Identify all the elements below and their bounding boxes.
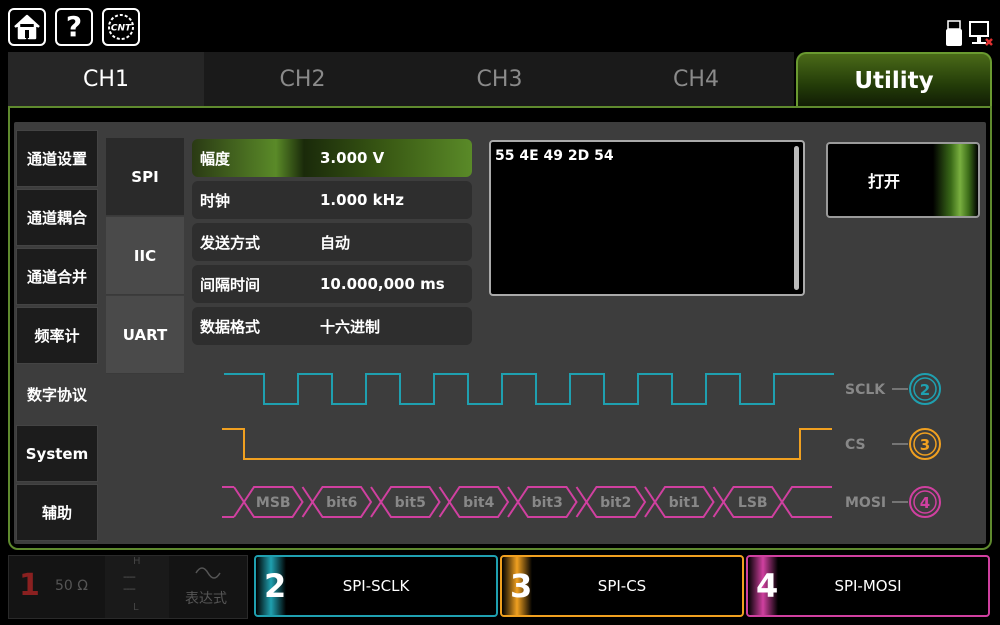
channel-3-status[interactable]: 3 SPI-CS — [500, 555, 744, 617]
ch1-dash-2: ---- — [123, 582, 136, 595]
param-amplitude[interactable]: 幅度 3.000 V — [192, 139, 472, 177]
ch1-status[interactable]: 1 50 Ω H ---- ---- L 表达式 — [8, 555, 248, 619]
open-button-label: 打开 — [868, 172, 901, 191]
signal-name-sclk: SCLK — [845, 382, 886, 398]
mosi-waveform: MSB bit6 bit5 bit4 bit3 bit2 bit1 LSB — [222, 486, 832, 518]
ch1-impedance: 50 Ω — [55, 578, 88, 594]
scrollbar[interactable] — [794, 146, 799, 290]
help-icon: ? — [65, 10, 83, 43]
protocol-spi[interactable]: SPI — [106, 138, 184, 216]
signal-name-cs: CS — [845, 437, 866, 453]
channel-status-bar: 1 50 Ω H ---- ---- L 表达式 2 SPI-SCLK 3 SPI-C… — [0, 553, 1000, 625]
sidebar-item-auxiliary[interactable]: 辅助 — [16, 484, 98, 541]
tab-bar: CH1 CH2 CH3 CH4 Utility — [8, 52, 992, 108]
mosi-bit-label: LSB — [738, 495, 768, 511]
mosi-bit-label: bit6 — [326, 495, 357, 511]
param-clock[interactable]: 时钟 1.000 kHz — [192, 181, 472, 219]
cs-trace — [222, 428, 832, 460]
tab-ch1[interactable]: CH1 — [8, 52, 204, 106]
utility-panel: 通道设置 通道耦合 通道合并 频率计 数字协议 System 辅助 SPI II… — [8, 106, 992, 550]
channel-badge-number: 2 — [920, 381, 930, 399]
tab-utility[interactable]: Utility — [796, 52, 992, 108]
ch1-mode: 表达式 — [185, 591, 227, 607]
protocol-iic[interactable]: IIC — [106, 217, 184, 295]
channel-label: SPI-MOSI — [834, 577, 902, 595]
param-send-mode[interactable]: 发送方式 自动 — [192, 223, 472, 261]
svg-text:CNT: CNT — [111, 24, 132, 34]
mosi-bit-label: MSB — [256, 495, 291, 511]
mosi-bit-edge — [712, 486, 725, 518]
screen: ? CNT CH1 CH2 CH3 CH4 Utility 通道设置 通道耦合 … — [0, 0, 1000, 625]
param-interval[interactable]: 间隔时间 10.000,000 ms — [192, 265, 472, 303]
tab-ch4[interactable]: CH4 — [598, 52, 794, 106]
signal-labels: SCLK 2 CS 3 MOSI 4 — [845, 373, 941, 518]
mosi-bit-edge — [438, 486, 451, 518]
open-button[interactable]: 打开 — [826, 142, 980, 218]
param-label: 发送方式 — [200, 233, 261, 252]
sclk-waveform — [224, 373, 834, 405]
usb-icon — [946, 20, 962, 46]
ch1-h-label: H — [133, 556, 141, 567]
mosi-bit-edge — [370, 486, 383, 518]
sine-wave-icon — [195, 567, 221, 579]
param-data-format[interactable]: 数据格式 十六进制 — [192, 307, 472, 345]
logo-button[interactable]: CNT — [102, 8, 140, 46]
mosi-bit-label: bit2 — [600, 495, 631, 511]
channel-2-status[interactable]: 2 SPI-SCLK — [254, 555, 498, 617]
param-label: 幅度 — [200, 149, 231, 168]
param-label: 时钟 — [200, 191, 231, 210]
mosi-bit-label: bit5 — [395, 495, 426, 511]
param-value: 十六进制 — [320, 317, 381, 336]
param-value: 1.000 kHz — [320, 191, 404, 209]
data-text: 55 4E 49 2D 54 — [495, 148, 614, 164]
ch1-hl-indicator: H ---- ---- L — [105, 556, 169, 618]
network-disconnected-icon — [969, 21, 993, 46]
signal-name-mosi: MOSI — [845, 495, 886, 511]
channel-label: SPI-CS — [597, 577, 647, 595]
mosi-bit-label: bit3 — [532, 495, 563, 511]
sidebar-item-channel-merge[interactable]: 通道合并 — [16, 248, 98, 305]
tab-ch3[interactable]: CH3 — [401, 52, 598, 106]
channel-number: 2 — [264, 567, 287, 605]
data-input-box[interactable]: 55 4E 49 2D 54 — [489, 140, 805, 296]
cs-waveform — [222, 428, 832, 460]
help-button[interactable]: ? — [55, 8, 93, 46]
channel-number: 3 — [510, 567, 533, 605]
channel-badge-number: 4 — [920, 494, 930, 512]
channel-number: 4 — [756, 567, 779, 605]
mosi-bit-edge — [644, 486, 657, 518]
param-label: 数据格式 — [200, 317, 261, 336]
ch1-number: 1 — [19, 568, 40, 603]
home-button[interactable] — [8, 8, 46, 46]
channel-4-status[interactable]: 4 SPI-MOSI — [746, 555, 990, 617]
cnt-logo-icon: CNT — [108, 14, 134, 40]
param-value: 10.000,000 ms — [320, 275, 445, 293]
mosi-bit-edge — [301, 486, 314, 518]
channel-badge-number: 3 — [920, 436, 930, 454]
protocol-waveform: MSB bit6 bit5 bit4 bit3 bit2 bit1 LSB SCLK 2 CS 3 M… — [222, 373, 941, 518]
sidebar-item-digital-protocol[interactable]: 数字协议 — [16, 366, 98, 423]
tab-ch2[interactable]: CH2 — [204, 52, 401, 106]
sclk-trace — [224, 373, 834, 405]
param-label: 间隔时间 — [200, 275, 261, 294]
sidebar-item-channel-coupling[interactable]: 通道耦合 — [16, 189, 98, 246]
mosi-bit-edge — [507, 486, 520, 518]
sidebar-item-channel-settings[interactable]: 通道设置 — [16, 130, 98, 187]
mosi-lead-out — [781, 486, 832, 518]
home-icon — [14, 14, 40, 40]
param-value: 3.000 V — [320, 149, 385, 167]
mosi-bit-label: bit4 — [463, 495, 495, 511]
mosi-bit-edge — [233, 486, 246, 518]
channel-label: SPI-SCLK — [342, 577, 410, 595]
param-value: 自动 — [320, 233, 351, 252]
protocol-uart[interactable]: UART — [106, 296, 184, 374]
ch1-l-label: L — [133, 602, 139, 613]
mosi-bit-edge — [575, 486, 588, 518]
panel-content: 通道设置 通道耦合 通道合并 频率计 数字协议 System 辅助 SPI II… — [14, 122, 986, 544]
sidebar-item-system[interactable]: System — [16, 425, 98, 482]
mosi-bit-label: bit1 — [669, 495, 700, 511]
sidebar-item-frequency-counter[interactable]: 频率计 — [16, 307, 98, 364]
